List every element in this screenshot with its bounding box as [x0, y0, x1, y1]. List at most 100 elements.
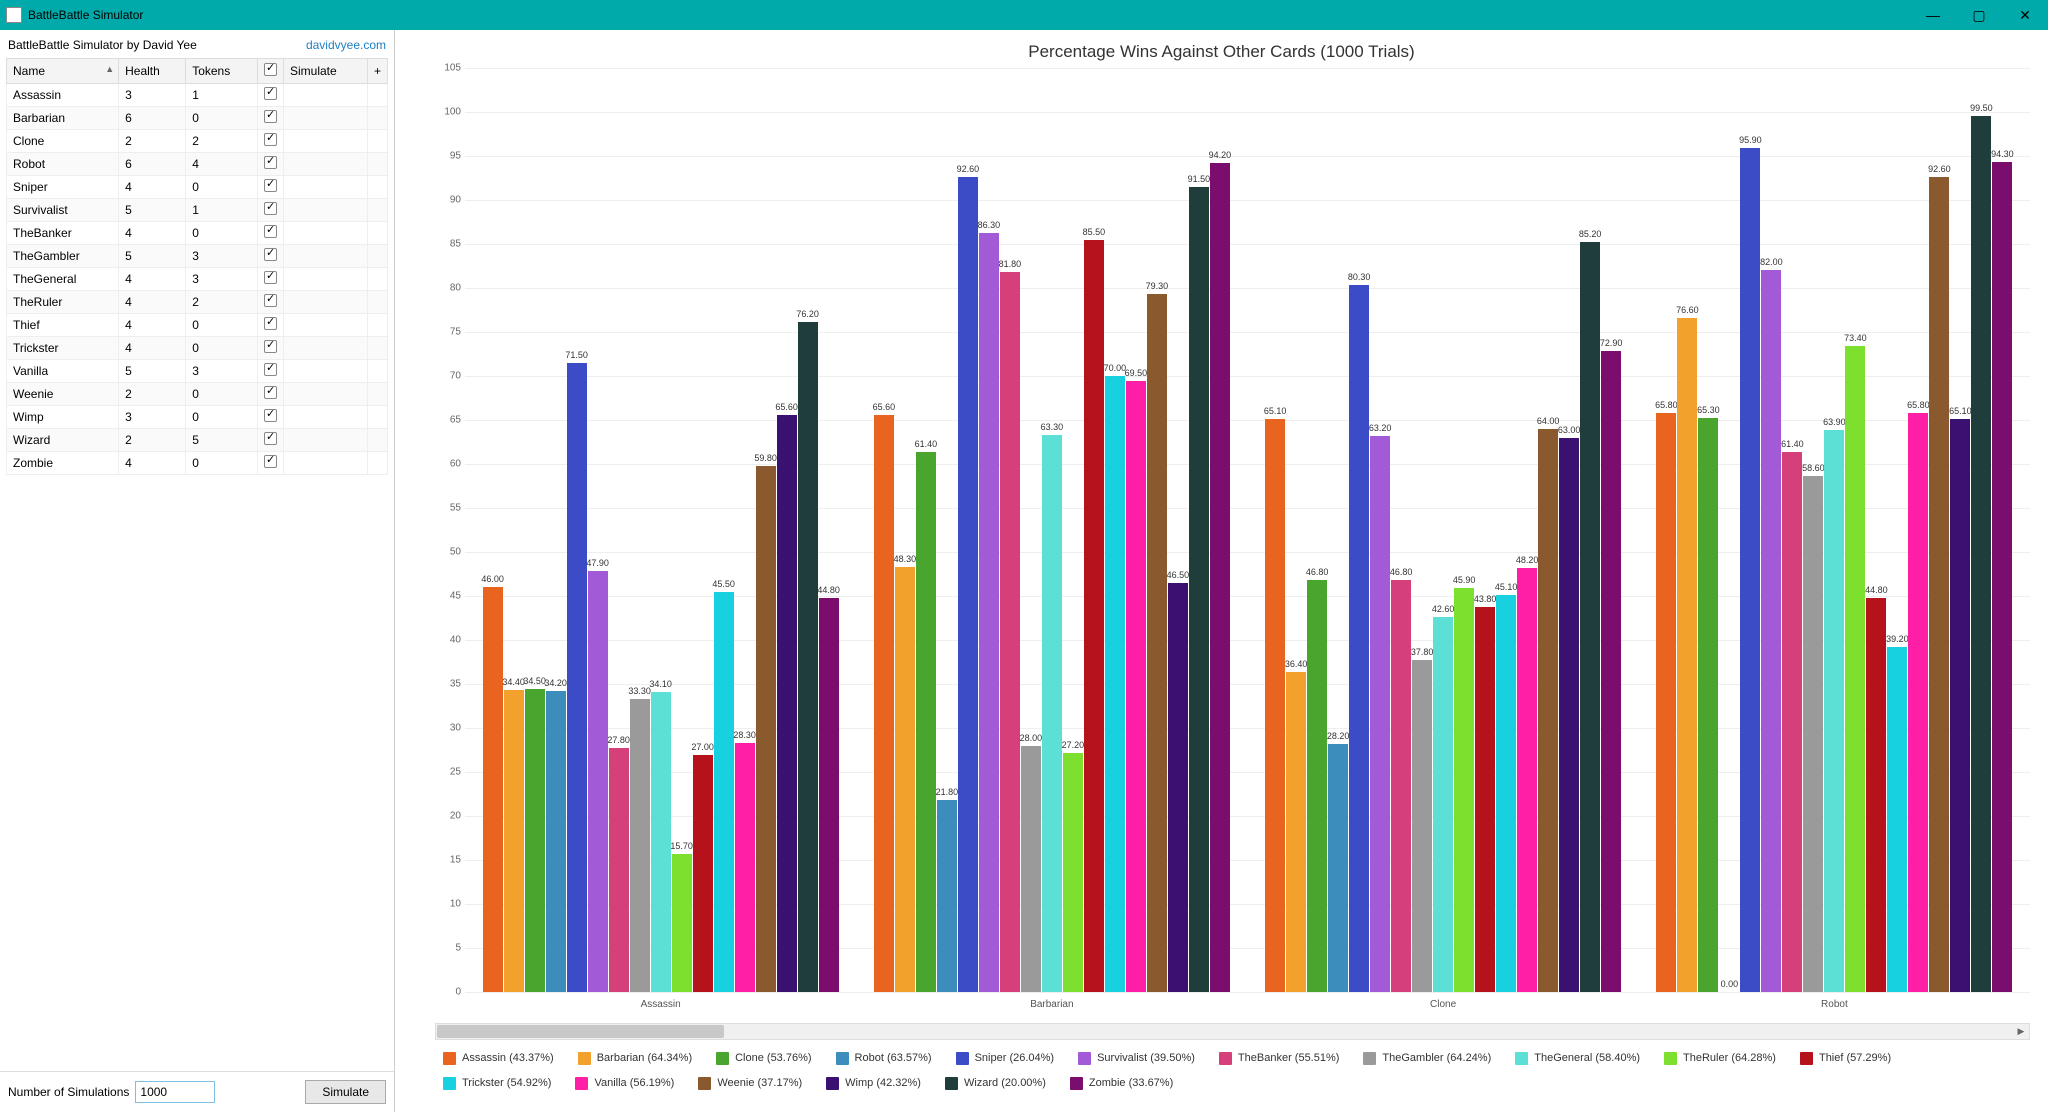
- table-row[interactable]: Thief40: [7, 314, 388, 337]
- cell-check[interactable]: [257, 153, 283, 176]
- col-simulate[interactable]: Simulate: [283, 59, 367, 84]
- cell-check[interactable]: [257, 383, 283, 406]
- legend-item[interactable]: Weenie (37.17%): [698, 1073, 802, 1094]
- bar[interactable]: 48.20: [1517, 568, 1537, 992]
- cell-check[interactable]: [257, 245, 283, 268]
- legend-item[interactable]: Clone (53.76%): [716, 1048, 811, 1069]
- legend-item[interactable]: Zombie (33.67%): [1070, 1073, 1173, 1094]
- chart-scrollbar[interactable]: [435, 1023, 2030, 1040]
- bar[interactable]: 70.00: [1105, 376, 1125, 992]
- table-row[interactable]: Vanilla53: [7, 360, 388, 383]
- bar[interactable]: 46.00: [483, 587, 503, 992]
- table-row[interactable]: TheGambler53: [7, 245, 388, 268]
- table-row[interactable]: TheGeneral43: [7, 268, 388, 291]
- cell-check[interactable]: [257, 268, 283, 291]
- table-row[interactable]: Wimp30: [7, 406, 388, 429]
- bar[interactable]: 34.10: [651, 692, 671, 992]
- legend-item[interactable]: TheBanker (55.51%): [1219, 1048, 1340, 1069]
- bar[interactable]: 63.00: [1559, 438, 1579, 993]
- legend-item[interactable]: Trickster (54.92%): [443, 1073, 551, 1094]
- bar[interactable]: 85.50: [1084, 240, 1104, 993]
- cell-check[interactable]: [257, 314, 283, 337]
- bar[interactable]: 65.80: [1908, 413, 1928, 992]
- bar[interactable]: 28.20: [1328, 744, 1348, 992]
- table-row[interactable]: Assassin31: [7, 84, 388, 107]
- bar[interactable]: 15.70: [672, 854, 692, 992]
- bar[interactable]: 27.00: [693, 755, 713, 993]
- bar[interactable]: 85.20: [1580, 242, 1600, 992]
- bar[interactable]: 44.80: [1866, 598, 1886, 992]
- bar[interactable]: 61.40: [1782, 452, 1802, 993]
- table-row[interactable]: Robot64: [7, 153, 388, 176]
- bar[interactable]: 63.30: [1042, 435, 1062, 992]
- bar[interactable]: 92.60: [958, 177, 978, 992]
- bar[interactable]: 94.30: [1992, 162, 2012, 992]
- bar[interactable]: 95.90: [1740, 148, 1760, 992]
- col-add[interactable]: +: [367, 59, 387, 84]
- bar[interactable]: 59.80: [756, 466, 776, 992]
- bar[interactable]: 34.20: [546, 691, 566, 992]
- table-row[interactable]: Weenie20: [7, 383, 388, 406]
- bar[interactable]: 79.30: [1147, 294, 1167, 992]
- bar[interactable]: 46.50: [1168, 583, 1188, 992]
- cell-check[interactable]: [257, 176, 283, 199]
- sim-count-input[interactable]: [135, 1081, 215, 1103]
- bar[interactable]: 21.80: [937, 800, 957, 992]
- cell-check[interactable]: [257, 452, 283, 475]
- bar[interactable]: 45.10: [1496, 595, 1516, 992]
- table-row[interactable]: TheBanker40: [7, 222, 388, 245]
- bar[interactable]: 76.20: [798, 322, 818, 993]
- cell-check[interactable]: [257, 360, 283, 383]
- legend-item[interactable]: Barbarian (64.34%): [578, 1048, 692, 1069]
- scrollbar-thumb[interactable]: [437, 1025, 724, 1038]
- bar[interactable]: 92.60: [1929, 177, 1949, 992]
- bar[interactable]: 34.50: [525, 689, 545, 993]
- minimize-button[interactable]: —: [1910, 0, 1956, 30]
- bar[interactable]: 64.00: [1538, 429, 1558, 992]
- bar[interactable]: 81.80: [1000, 272, 1020, 992]
- table-row[interactable]: Survivalist51: [7, 199, 388, 222]
- bar[interactable]: 65.80: [1656, 413, 1676, 992]
- legend-item[interactable]: Sniper (26.04%): [956, 1048, 1055, 1069]
- legend-item[interactable]: Wimp (42.32%): [826, 1073, 921, 1094]
- cell-check[interactable]: [257, 406, 283, 429]
- table-row[interactable]: Barbarian60: [7, 107, 388, 130]
- bar[interactable]: 63.20: [1370, 436, 1390, 992]
- table-row[interactable]: Trickster40: [7, 337, 388, 360]
- table-row[interactable]: Clone22: [7, 130, 388, 153]
- table-row[interactable]: Wizard25: [7, 429, 388, 452]
- bar[interactable]: 37.80: [1412, 660, 1432, 993]
- bar[interactable]: 46.80: [1307, 580, 1327, 992]
- bar[interactable]: 44.80: [819, 598, 839, 992]
- bar[interactable]: 69.50: [1126, 381, 1146, 993]
- titlebar[interactable]: BattleBattle Simulator — ▢ ✕: [0, 0, 2048, 30]
- col-health[interactable]: Health: [119, 59, 186, 84]
- col-check-all[interactable]: [257, 59, 283, 84]
- maximize-button[interactable]: ▢: [1956, 0, 2002, 30]
- bar[interactable]: 63.90: [1824, 430, 1844, 993]
- cell-check[interactable]: [257, 222, 283, 245]
- bar[interactable]: 91.50: [1189, 187, 1209, 992]
- cell-check[interactable]: [257, 291, 283, 314]
- bar[interactable]: 28.30: [735, 743, 755, 992]
- bar[interactable]: 73.40: [1845, 346, 1865, 992]
- bar[interactable]: 48.30: [895, 567, 915, 992]
- bar[interactable]: 82.00: [1761, 270, 1781, 992]
- bar[interactable]: 80.30: [1349, 285, 1369, 992]
- author-link[interactable]: davidvyee.com: [306, 38, 386, 52]
- bar[interactable]: 76.60: [1677, 318, 1697, 992]
- legend-item[interactable]: TheGambler (64.24%): [1363, 1048, 1491, 1069]
- bar[interactable]: 39.20: [1887, 647, 1907, 992]
- bar[interactable]: 58.60: [1803, 476, 1823, 992]
- bar[interactable]: 34.40: [504, 690, 524, 993]
- table-row[interactable]: TheRuler42: [7, 291, 388, 314]
- legend-item[interactable]: Survivalist (39.50%): [1078, 1048, 1195, 1069]
- simulate-button[interactable]: Simulate: [305, 1080, 386, 1104]
- bar[interactable]: 27.20: [1063, 753, 1083, 992]
- bar[interactable]: 33.30: [630, 699, 650, 992]
- cell-check[interactable]: [257, 199, 283, 222]
- table-row[interactable]: Sniper40: [7, 176, 388, 199]
- legend-item[interactable]: Robot (63.57%): [836, 1048, 932, 1069]
- bar[interactable]: 45.50: [714, 592, 734, 993]
- bar[interactable]: 42.60: [1433, 617, 1453, 992]
